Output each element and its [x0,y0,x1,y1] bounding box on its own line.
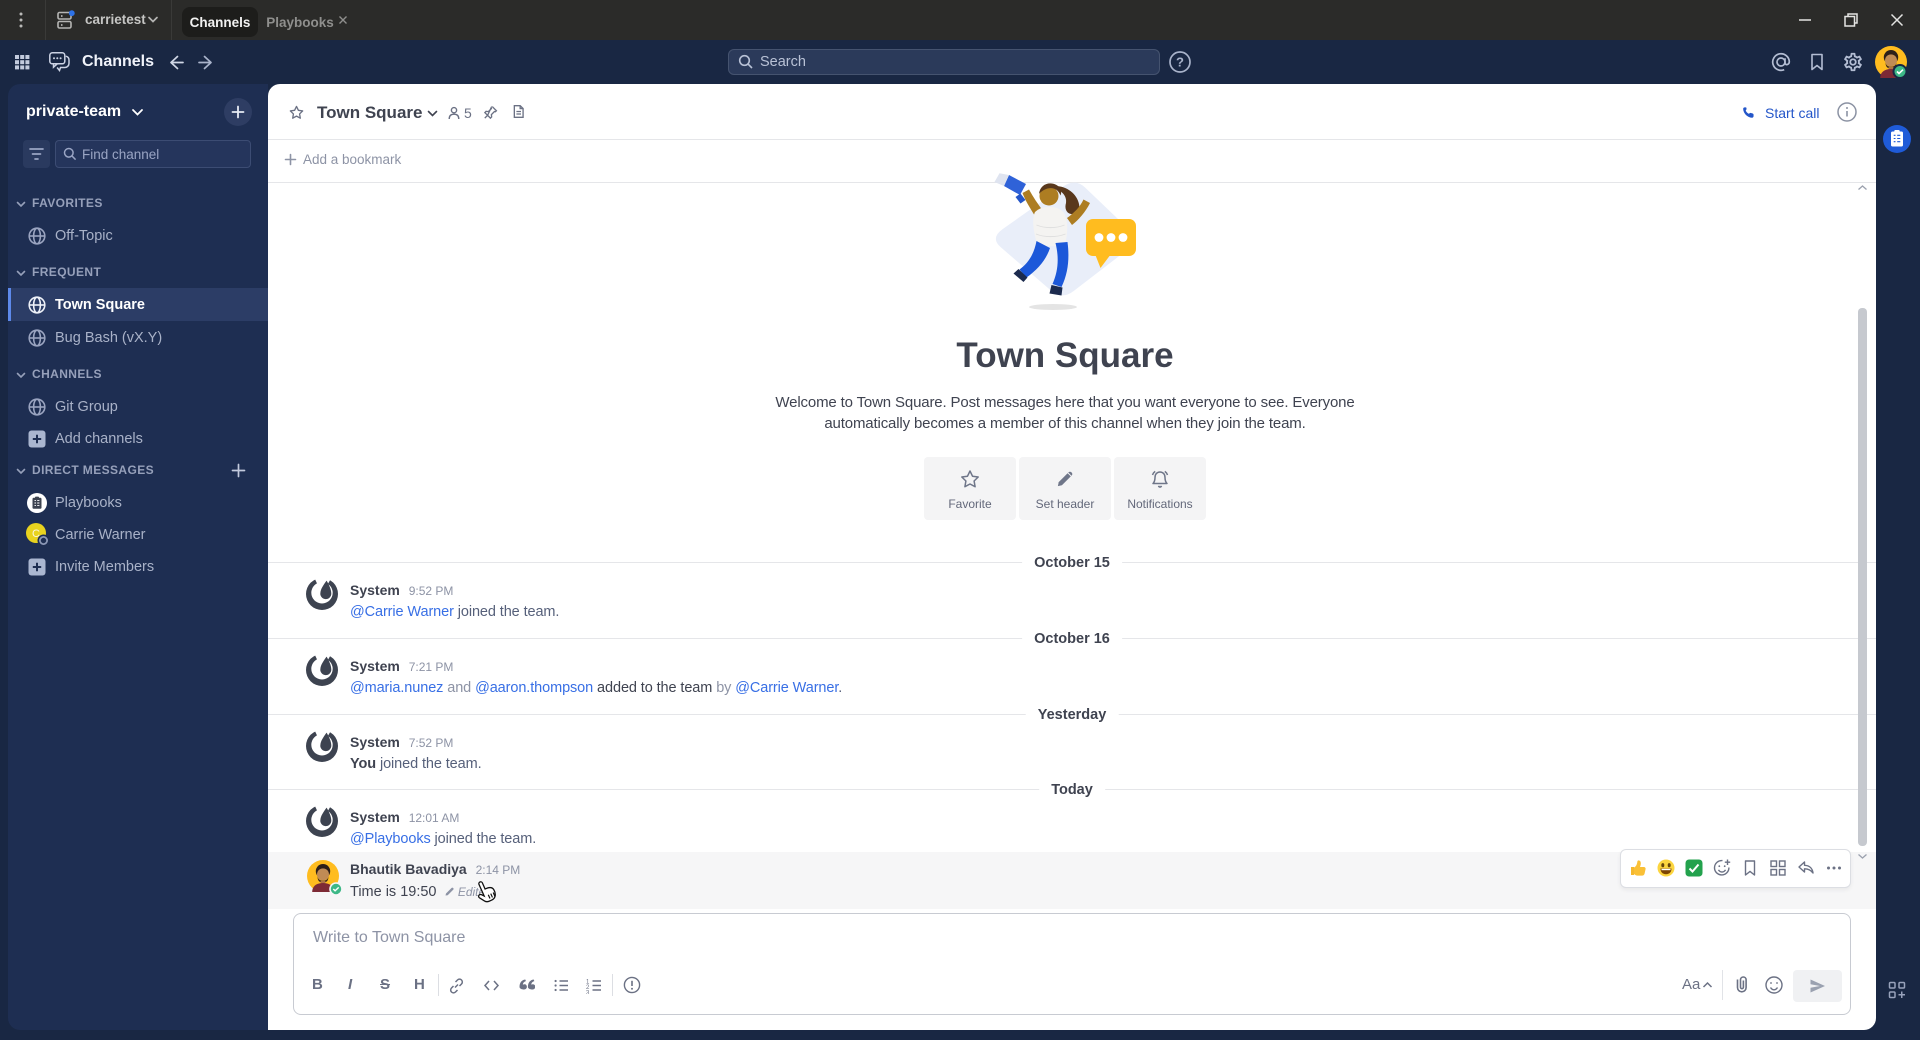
svg-text:3: 3 [586,991,590,995]
svg-text:?: ? [1176,55,1184,70]
